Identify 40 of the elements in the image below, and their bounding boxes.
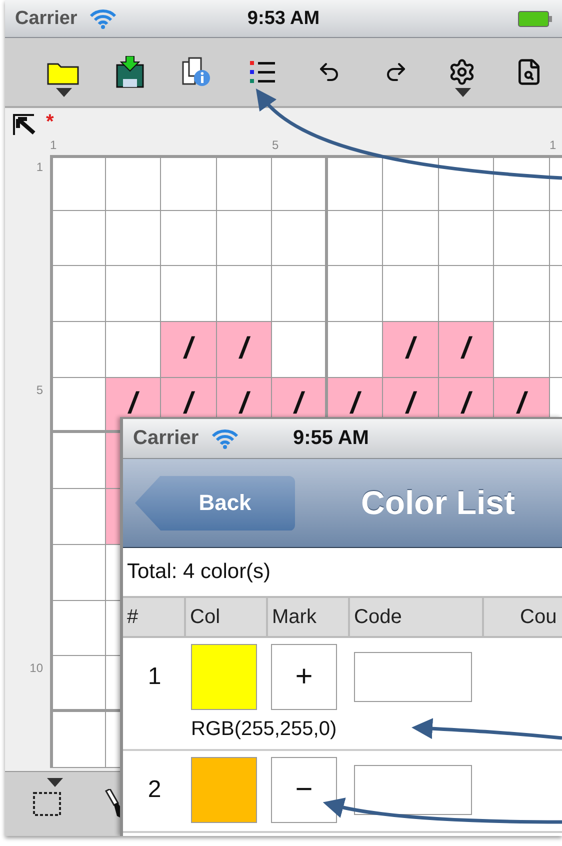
row-number: 1 [35, 159, 44, 176]
column-header: Cou [519, 604, 558, 630]
wifi-icon [210, 428, 239, 448]
color-swatch[interactable] [191, 644, 257, 710]
settings-icon [448, 58, 476, 86]
code-input-field[interactable] [354, 765, 472, 815]
color-number: 1 [146, 663, 162, 691]
screen-title: Color List [361, 484, 515, 522]
column-header: Code [350, 598, 484, 636]
filled-stitch-cell[interactable]: / [438, 322, 494, 378]
battery-icon [518, 10, 552, 26]
caret-icon [47, 778, 63, 787]
column-header: Col [186, 598, 268, 636]
row-number: 10 [28, 660, 44, 678]
symbol-button[interactable]: − [271, 757, 337, 823]
filled-stitch-cell[interactable]: / [161, 322, 216, 378]
color-swatch[interactable] [191, 757, 257, 823]
color-number: 2 [146, 776, 162, 804]
row-number: 5 [35, 382, 44, 399]
rgb-value: RGB(255,255,0) [191, 718, 337, 741]
caret-icon [455, 88, 471, 97]
document-info-icon [180, 56, 212, 88]
filled-stitch-cell[interactable]: / [216, 322, 272, 378]
color-list-icon [250, 60, 276, 84]
code-input-field[interactable] [354, 652, 472, 702]
floppy-disk-icon [116, 56, 144, 88]
status-time: 9:53 AM [247, 8, 320, 30]
column-header: # [123, 598, 186, 636]
arrow-up-left-icon [12, 113, 38, 137]
symbol-button[interactable]: + [271, 644, 337, 710]
wifi-icon [89, 8, 118, 28]
filled-stitch-cell[interactable]: / [383, 322, 438, 378]
carrier-label: Carrier [15, 8, 78, 30]
selection-rectangle-icon [33, 792, 61, 816]
column-number: 5 [272, 138, 280, 152]
column-number: 1 [550, 138, 558, 152]
column-header: Mark [268, 598, 350, 636]
column-number: 1 [50, 138, 58, 152]
caret-icon [56, 88, 72, 97]
modified-asterisk: * [46, 113, 54, 131]
